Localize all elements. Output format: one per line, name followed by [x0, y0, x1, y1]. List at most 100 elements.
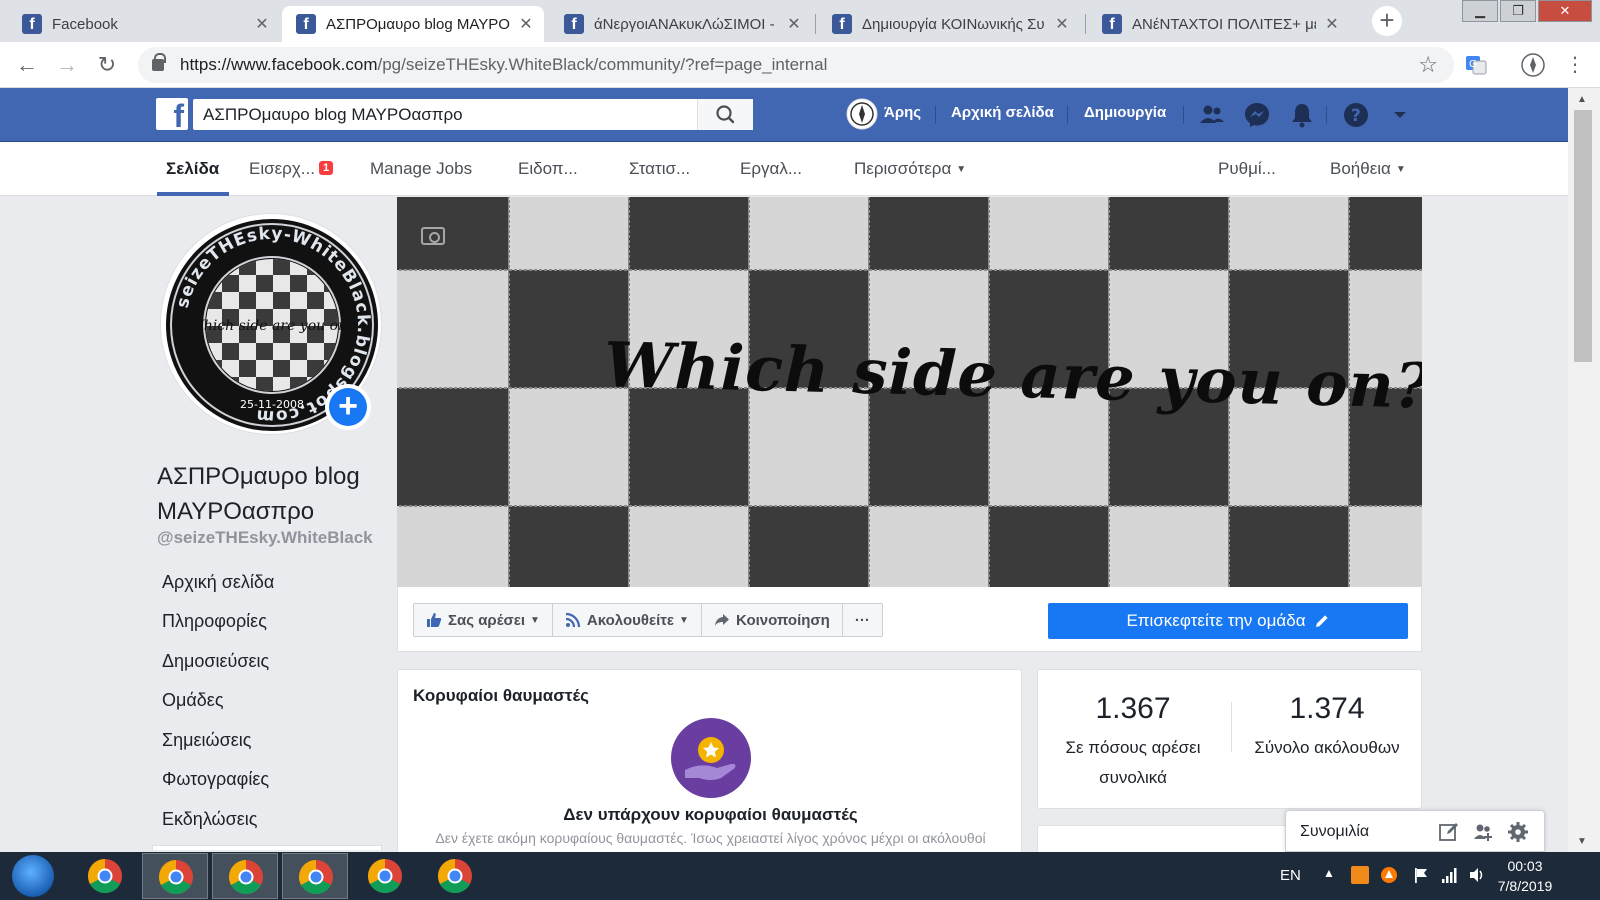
tab-insights[interactable]: Στατισ...	[629, 159, 690, 179]
search-button[interactable]	[697, 99, 753, 130]
cover-photo[interactable]: Which side are you on?	[397, 197, 1422, 587]
chat-sidebar-bar[interactable]: Συνομιλία	[1285, 810, 1545, 852]
user-profile-link[interactable]: Άρης	[884, 104, 921, 121]
page-username-handle[interactable]: @seizeTHEsky.WhiteBlack	[157, 528, 373, 548]
forward-arrow-icon[interactable]: →	[52, 50, 82, 80]
maximize-button[interactable]: ❐	[1500, 0, 1536, 22]
scroll-down-arrow-icon[interactable]: ▼	[1577, 836, 1587, 847]
cover-board-square	[868, 505, 990, 587]
facebook-logo-icon[interactable]: f	[156, 98, 188, 130]
cover-board-square	[988, 197, 1110, 271]
friend-requests-icon[interactable]	[1198, 101, 1226, 129]
search-input[interactable]: ΑΣΠΡΟμαυρο blog ΜΑΥΡΟασπρο	[193, 99, 753, 130]
clock-date[interactable]: 7/8/2019	[1480, 878, 1570, 894]
caret-down-icon: ▼	[530, 614, 540, 626]
tab-help[interactable]: Βοήθεια ▼	[1330, 159, 1406, 179]
tab-title: Facebook	[52, 15, 118, 33]
logo-inner-text: Which side are you on?	[189, 318, 355, 334]
chrome-icon	[159, 860, 193, 894]
taskbar-chrome-5[interactable]	[352, 853, 418, 899]
taskbar-chrome-6[interactable]	[422, 853, 488, 899]
tab-close-icon[interactable]: ✕	[518, 14, 534, 34]
notifications-bell-icon[interactable]	[1288, 101, 1316, 129]
browser-tab-4[interactable]: f Δημιουργία ΚΟΙΝωνικής Συ ✕	[818, 6, 1080, 42]
create-group-icon[interactable]	[1472, 821, 1494, 843]
tab-close-icon[interactable]: ✕	[786, 14, 802, 34]
create-link[interactable]: Δημιουργία	[1084, 104, 1166, 121]
facebook-favicon-icon: f	[296, 14, 316, 34]
page-scrollbar[interactable]: ▲ ▼	[1568, 88, 1600, 852]
add-photo-plus-button[interactable]: +	[325, 384, 371, 430]
taskbar-chrome-3[interactable]	[212, 853, 278, 899]
svg-text:G: G	[1469, 59, 1477, 70]
tab-notifications[interactable]: Ειδοπ...	[518, 159, 578, 179]
user-avatar-icon[interactable]	[846, 98, 878, 130]
taskbar-chrome-1[interactable]	[72, 853, 138, 899]
home-link[interactable]: Αρχική σελίδα	[951, 104, 1054, 121]
translate-extension-icon[interactable]: G	[1464, 53, 1488, 77]
tab-publishing-tools[interactable]: Εργαλ...	[740, 159, 802, 179]
camera-icon[interactable]	[421, 227, 445, 245]
tab-page[interactable]: Σελίδα	[166, 159, 219, 179]
chat-settings-gear-icon[interactable]	[1507, 821, 1529, 843]
search-value: ΑΣΠΡΟμαυρο blog ΜΑΥΡΟασπρο	[203, 104, 463, 124]
action-button-group: Σας αρέσει ▼ Ακολουθείτε ▼ Κοινοποίηση ·…	[413, 603, 883, 637]
browser-tab-5[interactable]: f ΑΝέΝΤΑΧΤΟΙ ΠΟΛΙΤΕΣ+ με ✕	[1088, 6, 1350, 42]
following-button[interactable]: Ακολουθείτε ▼	[553, 604, 702, 636]
tab-settings[interactable]: Ρυθμί...	[1218, 159, 1276, 179]
left-nav-photos[interactable]: Φωτογραφίες	[162, 769, 269, 790]
new-tab-button[interactable]: +	[1372, 6, 1402, 36]
page-title[interactable]: ΑΣΠΡΟμαυρο blog ΜΑΥΡΟασπρο	[157, 459, 397, 529]
tab-manage-jobs[interactable]: Manage Jobs	[370, 159, 472, 179]
browser-tab-active[interactable]: f ΑΣΠΡΟμαυρο blog ΜΑΥΡΟασπρο ✕	[282, 6, 544, 42]
help-question-icon[interactable]: ?	[1342, 101, 1370, 129]
taskbar-chrome-4[interactable]	[282, 853, 348, 899]
clock-time[interactable]: 00:03	[1480, 858, 1570, 874]
left-nav-about[interactable]: Πληροφορίες	[162, 611, 267, 632]
back-arrow-icon[interactable]: ←	[12, 50, 42, 80]
tray-avast-icon[interactable]	[1380, 866, 1398, 884]
left-nav-home[interactable]: Αρχική σελίδα	[162, 572, 274, 593]
left-nav-events[interactable]: Εκδηλώσεις	[162, 809, 257, 830]
cover-board-square	[628, 387, 750, 507]
cover-board-square	[988, 505, 1110, 587]
reload-icon[interactable]: ↻	[92, 50, 122, 80]
tab-close-icon[interactable]: ✕	[1054, 14, 1070, 34]
account-dropdown-icon[interactable]	[1386, 101, 1414, 129]
browser-tab-3[interactable]: f άΝεργοιΑΝΑκυκΛώΣΙΜΟΙ - ✕	[550, 6, 812, 42]
show-hidden-icons-arrow-icon[interactable]: ▲	[1323, 866, 1335, 880]
visit-group-button[interactable]: Επισκεφτείτε την ομάδα	[1048, 603, 1408, 639]
window-close-button[interactable]: ✕	[1538, 0, 1592, 22]
tray-app-icon[interactable]	[1351, 866, 1369, 884]
browser-menu-icon[interactable]: ⋮	[1560, 50, 1590, 80]
left-nav-notes[interactable]: Σημειώσεις	[162, 730, 251, 751]
profile-avatar-icon[interactable]	[1521, 53, 1545, 77]
taskbar-chrome-2[interactable]	[142, 853, 208, 899]
keyboard-language-indicator[interactable]: EN	[1280, 867, 1301, 884]
minimize-button[interactable]: ▁	[1462, 0, 1498, 22]
messenger-icon[interactable]	[1243, 101, 1271, 129]
new-message-icon[interactable]	[1438, 821, 1460, 843]
action-center-flag-icon[interactable]	[1412, 866, 1430, 884]
left-column-card	[152, 845, 382, 850]
more-options-button[interactable]: ···	[843, 604, 882, 636]
page-action-bar: Σας αρέσει ▼ Ακολουθείτε ▼ Κοινοποίηση ·…	[397, 587, 1422, 652]
address-bar[interactable]: https://www.facebook.com/pg/seizeTHEsky.…	[138, 47, 1454, 83]
left-nav-groups[interactable]: Ομάδες	[162, 690, 224, 711]
tab-close-icon[interactable]: ✕	[1324, 14, 1340, 34]
bookmark-star-icon[interactable]: ☆	[1418, 52, 1438, 78]
cover-board-square	[508, 197, 630, 271]
header-separator	[1067, 106, 1068, 124]
left-nav-posts[interactable]: Δημοσιεύσεις	[162, 651, 269, 672]
cover-board-square	[748, 197, 870, 271]
scrollbar-thumb[interactable]	[1574, 110, 1592, 362]
scroll-up-arrow-icon[interactable]: ▲	[1577, 94, 1587, 105]
share-button[interactable]: Κοινοποίηση	[702, 604, 843, 636]
network-signal-icon[interactable]	[1440, 866, 1458, 884]
tab-close-icon[interactable]: ✕	[254, 14, 270, 34]
browser-tab-facebook[interactable]: f Facebook ✕	[8, 6, 280, 42]
windows-start-icon[interactable]	[12, 855, 54, 897]
liked-button[interactable]: Σας αρέσει ▼	[414, 604, 553, 636]
tab-inbox[interactable]: Εισερχ... 1	[249, 159, 334, 179]
tab-more[interactable]: Περισσότερα ▼	[854, 159, 966, 179]
